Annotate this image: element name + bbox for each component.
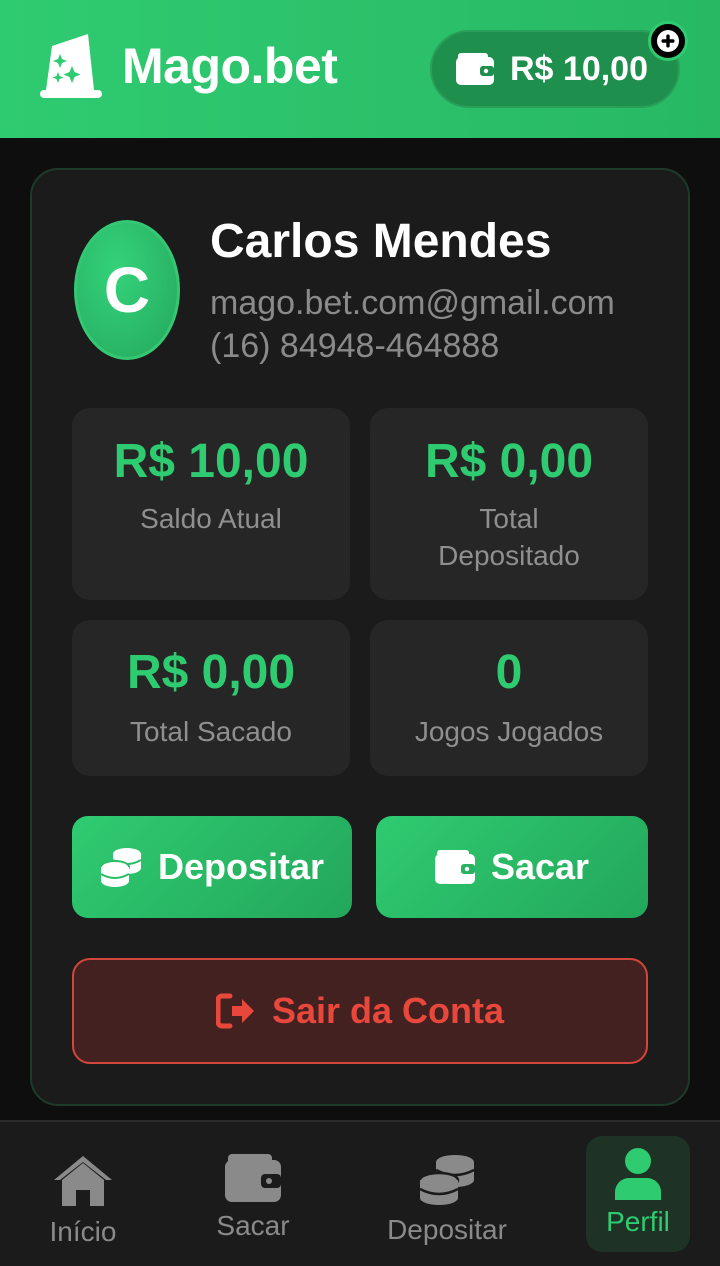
nav-item-home[interactable]: Início: [28, 1122, 138, 1266]
stat-label: Jogos Jogados: [414, 716, 604, 747]
logout-button-label: Sair da Conta: [271, 990, 505, 1031]
logout-button[interactable]: Sair da Conta: [72, 958, 648, 1064]
stat-label: Total Sacado: [130, 716, 292, 747]
add-funds-button[interactable]: [648, 21, 688, 61]
bottom-navigation: Início Sacar Depositar Perfil: [0, 1120, 720, 1266]
stat-label: Saldo Atual: [140, 503, 282, 534]
stat-current-balance: R$ 10,00 Saldo Atual: [72, 408, 350, 600]
nav-label: Depositar: [387, 1214, 507, 1245]
withdraw-button-label: Sacar: [490, 846, 590, 887]
nav-label: Perfil: [606, 1206, 670, 1237]
deposit-button[interactable]: Depositar: [72, 816, 352, 918]
user-phone: (16) 84948-464888: [210, 327, 500, 365]
home-icon: [54, 1156, 112, 1206]
stat-label: Total Depositado: [438, 503, 580, 571]
coins-icon: [419, 1155, 475, 1205]
wallet-icon: [225, 1154, 281, 1202]
stat-value: R$ 0,00: [424, 435, 594, 488]
stat-games-played: 0 Jogos Jogados: [370, 620, 648, 776]
nav-item-withdraw[interactable]: Sacar: [198, 1122, 308, 1266]
wallet-icon: [456, 53, 494, 85]
nav-item-deposit[interactable]: Depositar: [372, 1122, 522, 1266]
stat-value: 0: [495, 646, 523, 699]
wizard-hat-icon: [40, 34, 102, 98]
nav-label: Início: [49, 1216, 117, 1247]
sign-out-icon: [215, 993, 254, 1029]
nav-label: Sacar: [216, 1210, 290, 1241]
plus-icon: [657, 30, 679, 52]
nav-item-profile[interactable]: Perfil: [586, 1136, 690, 1252]
user-name: Carlos Mendes: [210, 215, 552, 268]
profile-card: C Carlos Mendes mago.bet.com@gmail.com (…: [30, 168, 690, 1106]
stat-total-withdrawn: R$ 0,00 Total Sacado: [72, 620, 350, 776]
coins-icon: [99, 848, 142, 887]
balance-amount: R$ 10,00: [510, 49, 648, 88]
wallet-icon: [434, 850, 475, 884]
stat-value: R$ 10,00: [113, 435, 309, 488]
stat-value: R$ 0,00: [126, 646, 296, 699]
top-header: Mago.bet R$ 10,00: [0, 0, 720, 138]
user-icon: [615, 1148, 661, 1200]
deposit-button-label: Depositar: [157, 846, 325, 887]
avatar: C: [74, 220, 180, 360]
balance-pill[interactable]: R$ 10,00: [430, 30, 680, 108]
withdraw-button[interactable]: Sacar: [376, 816, 648, 918]
brand-logo[interactable]: Mago.bet: [38, 32, 338, 100]
brand-name: Mago.bet: [122, 38, 338, 94]
stat-total-deposited: R$ 0,00 Total Depositado: [370, 408, 648, 600]
user-email: mago.bet.com@gmail.com: [210, 284, 615, 322]
